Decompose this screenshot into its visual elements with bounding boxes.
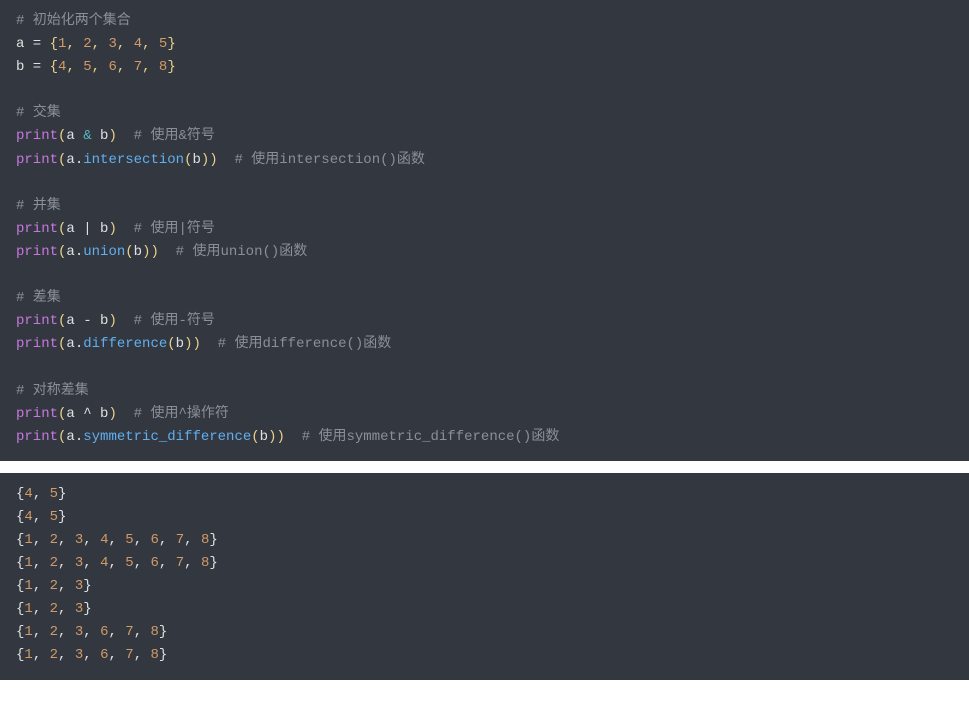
sep: , xyxy=(92,59,109,75)
paren: ) xyxy=(209,152,217,168)
dot: . xyxy=(75,244,83,260)
num: 3 xyxy=(108,36,116,52)
fn-print: print xyxy=(16,406,58,422)
dot: . xyxy=(75,429,83,445)
var-b: b xyxy=(176,336,184,352)
var-a: a xyxy=(66,221,74,237)
op-or: | xyxy=(75,221,100,237)
paren: ) xyxy=(108,128,116,144)
fn-print: print xyxy=(16,244,58,260)
comment: # 使用&符号 xyxy=(117,128,215,144)
comment: # 使用difference()函数 xyxy=(201,336,391,352)
paren: ) xyxy=(108,313,116,329)
brace: { xyxy=(50,36,58,52)
op-and: & xyxy=(75,128,100,144)
paren: ) xyxy=(192,336,200,352)
sep: , xyxy=(66,36,83,52)
paren: ) xyxy=(108,406,116,422)
num: 5 xyxy=(83,59,91,75)
paren: ( xyxy=(125,244,133,260)
paren: ) xyxy=(276,429,284,445)
num: 4 xyxy=(134,36,142,52)
eq: = xyxy=(24,36,49,52)
comment: # 使用-符号 xyxy=(117,313,215,329)
comment-init: # 初始化两个集合 xyxy=(16,13,131,29)
fn-difference: difference xyxy=(83,336,167,352)
var-a: a xyxy=(66,336,74,352)
fn-print: print xyxy=(16,313,58,329)
var-b: b xyxy=(260,429,268,445)
fn-print: print xyxy=(16,336,58,352)
fn-print: print xyxy=(16,221,58,237)
eq: = xyxy=(24,59,49,75)
comment: # 使用^操作符 xyxy=(117,406,229,422)
var-a: a xyxy=(66,244,74,260)
comment: # 使用union()函数 xyxy=(159,244,307,260)
op-xor: ^ xyxy=(75,406,100,422)
num: 6 xyxy=(108,59,116,75)
var-a: a xyxy=(66,313,74,329)
sep: , xyxy=(117,59,134,75)
sep: , xyxy=(92,36,109,52)
num: 7 xyxy=(134,59,142,75)
paren: ( xyxy=(167,336,175,352)
comment-intersection: # 交集 xyxy=(16,105,61,121)
brace: } xyxy=(167,36,175,52)
comment-union: # 并集 xyxy=(16,198,61,214)
comment: # 使用intersection()函数 xyxy=(218,152,425,168)
paren: ) xyxy=(150,244,158,260)
var-b: b xyxy=(134,244,142,260)
comment: # 使用symmetric_difference()函数 xyxy=(285,429,559,445)
fn-intersection: intersection xyxy=(83,152,184,168)
var-a: a xyxy=(66,128,74,144)
var-a: a xyxy=(66,406,74,422)
fn-union: union xyxy=(83,244,125,260)
fn-symdiff: symmetric_difference xyxy=(83,429,251,445)
comment-symdiff: # 对称差集 xyxy=(16,383,89,399)
dot: . xyxy=(75,152,83,168)
sep: , xyxy=(117,36,134,52)
fn-print: print xyxy=(16,128,58,144)
dot: . xyxy=(75,336,83,352)
var-a: a xyxy=(66,429,74,445)
paren: ( xyxy=(251,429,259,445)
fn-print: print xyxy=(16,152,58,168)
num: 2 xyxy=(83,36,91,52)
comment-difference: # 差集 xyxy=(16,290,61,306)
code-editor: # 初始化两个集合 a = {1, 2, 3, 4, 5} b = {4, 5,… xyxy=(0,0,969,461)
var-b: b xyxy=(192,152,200,168)
paren: ) xyxy=(108,221,116,237)
output-panel: {4, 5} {4, 5} {1, 2, 3, 4, 5, 6, 7, 8} {… xyxy=(0,473,969,680)
sep: , xyxy=(142,59,159,75)
sep: , xyxy=(66,59,83,75)
sep: , xyxy=(142,36,159,52)
op-minus: - xyxy=(75,313,100,329)
brace: { xyxy=(50,59,58,75)
brace: } xyxy=(167,59,175,75)
var-a: a xyxy=(66,152,74,168)
fn-print: print xyxy=(16,429,58,445)
comment: # 使用|符号 xyxy=(117,221,215,237)
